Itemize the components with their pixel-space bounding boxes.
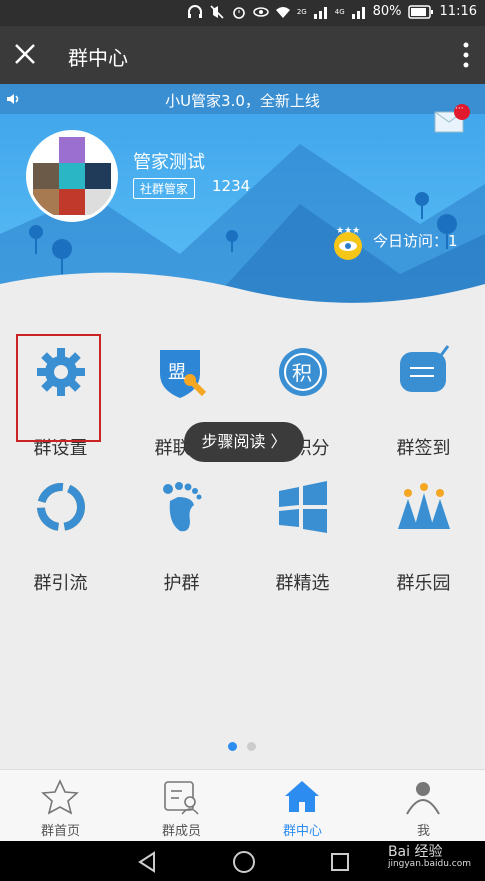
grid-item-playground[interactable]: 群乐园 (363, 469, 484, 599)
page-indicator (228, 742, 256, 751)
page-title: 群中心 (68, 46, 128, 70)
tab-me[interactable]: 我 (363, 770, 484, 842)
profile-banner: 小U管家3.0，全新上线 ··· 管家测试 社群管家 1234 ★★★ 今日访问… (0, 84, 485, 314)
tab-group-members[interactable]: 群成员 (121, 770, 242, 842)
grid-item-label: 群引流 (33, 573, 88, 594)
avatar-collage (33, 137, 111, 215)
close-icon[interactable] (12, 41, 38, 67)
today-visits: 今日访问：1 (373, 232, 458, 250)
app-bar: 群中心 (0, 26, 485, 84)
grid-item-checkin[interactable]: 群签到 (363, 334, 484, 464)
visits-eye-icon: ★★★ (332, 224, 368, 268)
grid-item-label: 群精选 (275, 573, 330, 594)
grid-item-featured[interactable]: 群精选 (242, 469, 363, 599)
step-reading-toast[interactable]: 步骤阅读 〉 (184, 422, 304, 462)
mail-badge: ··· (455, 104, 464, 114)
back-nav-icon[interactable] (136, 851, 158, 873)
bottom-tab-bar: 群首页 群成员 群中心 我 (0, 769, 485, 842)
tab-label: 群首页 (40, 824, 80, 839)
grid-item-label: 群签到 (396, 438, 451, 459)
announcement-text: 小U管家3.0，全新上线 (165, 92, 320, 110)
group-number: 1234 (212, 177, 251, 195)
messages-button[interactable]: ··· (433, 104, 473, 138)
page-dot-2[interactable] (247, 742, 256, 751)
traffic-ring-icon (37, 483, 85, 531)
status-bar: 2G 4G 80% 11:16 (0, 0, 485, 26)
system-navigation-bar: Bai 经验 jingyan.baidu.com (0, 841, 485, 881)
tab-label: 群中心 (282, 824, 322, 839)
grid-item-traffic[interactable]: 群引流 (0, 469, 121, 599)
recents-nav-icon[interactable] (330, 852, 350, 872)
page-dot-1[interactable] (228, 742, 237, 751)
checkin-icon (400, 345, 450, 392)
home-icon (285, 781, 319, 812)
points-icon-text: 积 (292, 361, 312, 385)
watermark-url: jingyan.baidu.com (387, 859, 471, 869)
grid-item-label: 护群 (163, 573, 200, 594)
tab-label: 我 (416, 824, 430, 839)
home-nav-icon[interactable] (232, 850, 256, 874)
watermark-text: Bai 经验 (387, 844, 443, 860)
mail-icon (434, 104, 470, 133)
feature-grid: 群设置 盟 群联盟 积 群积分 群签到 步骤阅读 〉 群引流 (0, 314, 485, 769)
svg-text:★★★: ★★★ (336, 226, 360, 236)
tab-group-center[interactable]: 群中心 (242, 770, 363, 842)
group-name: 管家测试 (133, 152, 205, 173)
alliance-shield-icon: 盟 (160, 350, 207, 398)
more-menu-icon[interactable] (463, 40, 469, 70)
windows-tiles-icon (279, 481, 327, 533)
baidu-jingyan-watermark: Bai 经验 jingyan.baidu.com (388, 841, 471, 869)
playground-icon (398, 483, 450, 529)
selection-highlight-box (16, 334, 101, 442)
battery-icon (407, 4, 433, 19)
role-badge: 社群管家 (133, 178, 196, 199)
announcement-bar[interactable]: 小U管家3.0，全新上线 (0, 84, 485, 114)
points-icon: 积 (279, 348, 327, 396)
signal-icon-2 (351, 6, 365, 19)
battery-percent: 80% (372, 4, 402, 19)
eye-icon (253, 6, 269, 17)
alarm-icon (233, 6, 245, 19)
status-icons: 2G 4G 80% 11:16 (187, 4, 477, 19)
grid-item-label: 群乐园 (396, 573, 451, 594)
members-card-icon (164, 781, 199, 815)
signal-2g-label: 2G (296, 7, 307, 16)
tab-label: 群成员 (161, 824, 201, 839)
headphones-icon (187, 4, 202, 18)
signal-icon (313, 6, 327, 19)
wifi-icon (275, 6, 290, 18)
footprint-icon (163, 482, 202, 532)
mute-icon (210, 4, 224, 19)
signal-4g-label: 4G (334, 7, 345, 16)
tab-group-home[interactable]: 群首页 (0, 770, 121, 842)
star-icon (41, 779, 79, 815)
avatar[interactable] (26, 130, 118, 222)
user-icon (406, 782, 440, 815)
alliance-icon-text: 盟 (168, 362, 186, 383)
clock: 11:16 (439, 4, 477, 19)
grid-item-protect[interactable]: 护群 (121, 469, 242, 599)
